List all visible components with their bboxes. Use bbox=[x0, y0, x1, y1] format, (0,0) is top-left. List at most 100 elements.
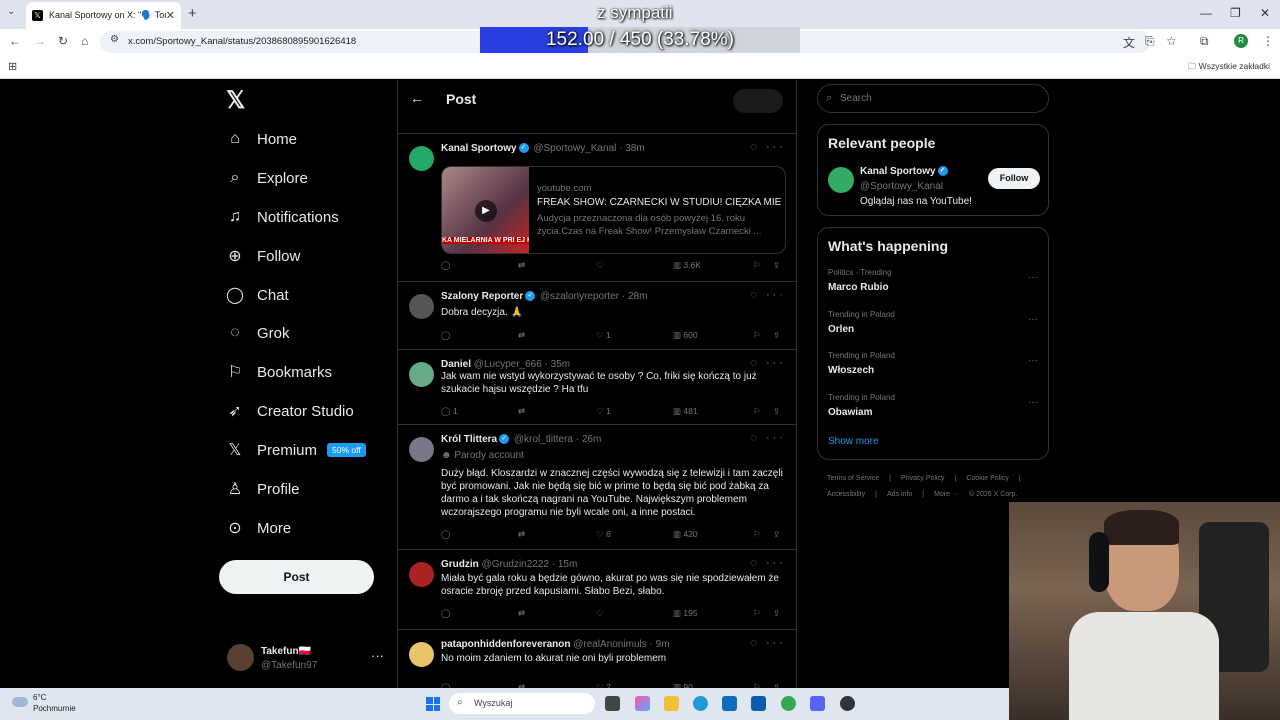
tweet-time[interactable]: · 26m bbox=[576, 434, 602, 445]
install-icon[interactable]: ⎘ bbox=[1145, 34, 1155, 49]
edge-icon[interactable] bbox=[693, 696, 708, 711]
more-dots-icon[interactable]: ··· bbox=[1028, 272, 1038, 283]
more-dots-icon[interactable]: ··· bbox=[766, 637, 786, 649]
translate-icon[interactable]: 文 bbox=[1123, 34, 1135, 51]
trend-item[interactable]: Trending in Poland Włoszech ··· bbox=[828, 351, 1040, 376]
bookmark-button[interactable]: ⚐ bbox=[753, 260, 761, 271]
nav-item-more[interactable]: ⊙ More bbox=[226, 513, 291, 543]
footer-link[interactable]: Ads info bbox=[887, 491, 912, 498]
tweet[interactable]: Król Tlittera ✓ @krol_tlittera · 26m ◌ ···… bbox=[398, 425, 796, 550]
task-view-icon[interactable] bbox=[605, 696, 620, 711]
file-explorer-icon[interactable] bbox=[664, 696, 679, 711]
author-handle[interactable]: @szalonyreporter bbox=[540, 291, 619, 302]
author-handle[interactable]: @Sportowy_Kanal bbox=[533, 143, 616, 154]
like-button[interactable]: ♡ bbox=[596, 260, 604, 271]
views-button[interactable]: ▥ 3.6K bbox=[673, 260, 701, 271]
footer-link[interactable]: | bbox=[922, 491, 924, 498]
like-button[interactable]: ♡ bbox=[596, 608, 604, 619]
x-logo-icon[interactable]: 𝕏 bbox=[226, 86, 245, 115]
grok-icon[interactable]: ◌ bbox=[750, 289, 760, 301]
footer-link[interactable]: | bbox=[875, 491, 877, 498]
footer-link[interactable]: Terms of Service bbox=[827, 475, 879, 482]
nav-item-premium[interactable]: 𝕏 Premium 50% off bbox=[226, 435, 366, 465]
home-browser-icon[interactable]: ⌂ bbox=[81, 34, 88, 48]
bookmark-star-icon[interactable]: ☆ bbox=[1166, 34, 1177, 48]
more-dots-icon[interactable]: ··· bbox=[1028, 314, 1038, 325]
store-icon[interactable] bbox=[751, 696, 766, 711]
views-button[interactable]: ▥ 481 bbox=[673, 406, 698, 417]
avatar[interactable] bbox=[409, 562, 434, 587]
repost-button[interactable]: ⇄ bbox=[518, 330, 525, 341]
grok-icon[interactable]: ◌ bbox=[750, 557, 760, 569]
reload-icon[interactable]: ↻ bbox=[58, 34, 68, 48]
grok-icon[interactable]: ◌ bbox=[750, 637, 760, 649]
reply-button[interactable]: ◯ bbox=[441, 260, 451, 271]
like-button[interactable]: ♡ 6 bbox=[596, 529, 611, 540]
avatar[interactable] bbox=[409, 642, 434, 667]
footer-link[interactable]: Privacy Policy bbox=[901, 475, 945, 482]
search-input[interactable]: ⌕ Search bbox=[817, 84, 1049, 113]
back-icon[interactable]: ← bbox=[9, 34, 21, 48]
tweet-options[interactable]: ◌ ··· bbox=[750, 357, 786, 369]
tweet-options[interactable]: ◌ ··· bbox=[750, 289, 786, 301]
tweet-time[interactable]: · 28m bbox=[622, 291, 648, 302]
nav-item-creator-studio[interactable]: ➶ Creator Studio bbox=[226, 396, 353, 426]
close-tab-icon[interactable]: ✕ bbox=[166, 9, 175, 22]
start-icon[interactable] bbox=[426, 697, 440, 711]
back-arrow-icon[interactable]: ← bbox=[410, 90, 424, 106]
author-name[interactable]: Kanal Sportowy bbox=[441, 143, 517, 154]
tweet[interactable]: Grudzin @Grudzin2222 · 15m ◌ ··· Miała być… bbox=[398, 550, 796, 630]
bookmark-button[interactable]: ⚐ bbox=[753, 529, 761, 540]
new-tab-icon[interactable]: + bbox=[188, 5, 197, 22]
nav-item-bookmarks[interactable]: ⚐ Bookmarks bbox=[226, 357, 332, 387]
author-handle[interactable]: @Lucyper_666 bbox=[474, 359, 542, 370]
trend-item[interactable]: Trending in Poland Orlen ··· bbox=[828, 310, 1040, 335]
share-icon[interactable]: ⇪ bbox=[773, 406, 780, 417]
tweet-options[interactable]: ◌ ··· bbox=[750, 557, 786, 569]
profile-avatar[interactable]: R bbox=[1234, 34, 1248, 48]
like-button[interactable]: ♡ 1 bbox=[596, 330, 611, 341]
account-switcher[interactable]: Takefun🇵🇱 @Takefun97 ··· bbox=[227, 642, 387, 682]
nav-item-notifications[interactable]: ♫ Notifications bbox=[226, 202, 339, 232]
grok-icon[interactable]: ◌ bbox=[750, 432, 760, 444]
share-icon[interactable]: ⇪ bbox=[773, 529, 780, 540]
tweet[interactable]: Szalony Reporter ✓ @szalonyreporter · 28m… bbox=[398, 282, 796, 350]
tweet[interactable]: Daniel @Lucyper_666 · 35m ◌ ··· Jak wam ni… bbox=[398, 350, 796, 425]
nav-item-follow[interactable]: ⊕ Follow bbox=[226, 241, 300, 271]
tweet[interactable]: pataponhiddenforeveranon @realAnonimuls … bbox=[398, 630, 796, 690]
tweet[interactable]: Kanal Sportowy ✓ @Sportowy_Kanal · 38m ◌ ·… bbox=[398, 134, 796, 282]
grok-icon[interactable]: ◌ bbox=[750, 357, 760, 369]
footer-link[interactable]: © 2026 X Corp. bbox=[969, 491, 1017, 498]
author-name[interactable]: Król Tlittera bbox=[441, 434, 497, 445]
views-button[interactable]: ▥ 420 bbox=[673, 529, 698, 540]
views-button[interactable]: ▥ 600 bbox=[673, 330, 698, 341]
nav-item-profile[interactable]: ♙ Profile bbox=[226, 474, 300, 504]
reply-button[interactable]: ◯ bbox=[441, 608, 451, 619]
grok-icon[interactable]: ◌ bbox=[750, 141, 760, 153]
repost-button[interactable]: ⇄ bbox=[518, 608, 525, 619]
author-name[interactable]: Grudzin bbox=[441, 559, 479, 570]
bookmark-button[interactable]: ⚐ bbox=[753, 406, 761, 417]
avatar[interactable] bbox=[409, 146, 434, 171]
tweet-time[interactable]: · 15m bbox=[552, 559, 578, 570]
relevant-name[interactable]: Kanal Sportowy ✓ bbox=[860, 166, 950, 177]
app-icon[interactable] bbox=[840, 696, 855, 711]
extensions-icon[interactable]: ⧉ bbox=[1200, 34, 1209, 49]
site-info-icon[interactable]: ⚙ bbox=[110, 34, 119, 45]
copilot-icon[interactable] bbox=[635, 696, 650, 711]
nav-item-grok[interactable]: ◌ Grok bbox=[226, 318, 289, 348]
footer-link[interactable]: Accessibility bbox=[827, 491, 865, 498]
author-name[interactable]: Szalony Reporter bbox=[441, 291, 523, 302]
follow-button[interactable]: Follow bbox=[988, 168, 1040, 189]
minimize-icon[interactable]: — bbox=[1200, 6, 1212, 20]
author-handle[interactable]: @krol_tlittera bbox=[514, 434, 573, 445]
menu-kebab-icon[interactable]: ⋮ bbox=[1262, 34, 1274, 48]
repost-button[interactable]: ⇄ bbox=[518, 406, 525, 417]
tweet-time[interactable]: · 9m bbox=[650, 639, 670, 650]
avatar[interactable] bbox=[409, 362, 434, 387]
author-handle[interactable]: @Grudzin2222 bbox=[482, 559, 549, 570]
reply-button[interactable]: ◯ bbox=[441, 330, 451, 341]
taskbar-search[interactable]: ⌕ Wyszukaj bbox=[449, 693, 595, 714]
nav-item-chat[interactable]: ◯ Chat bbox=[226, 280, 289, 310]
outlook-icon[interactable] bbox=[722, 696, 737, 711]
